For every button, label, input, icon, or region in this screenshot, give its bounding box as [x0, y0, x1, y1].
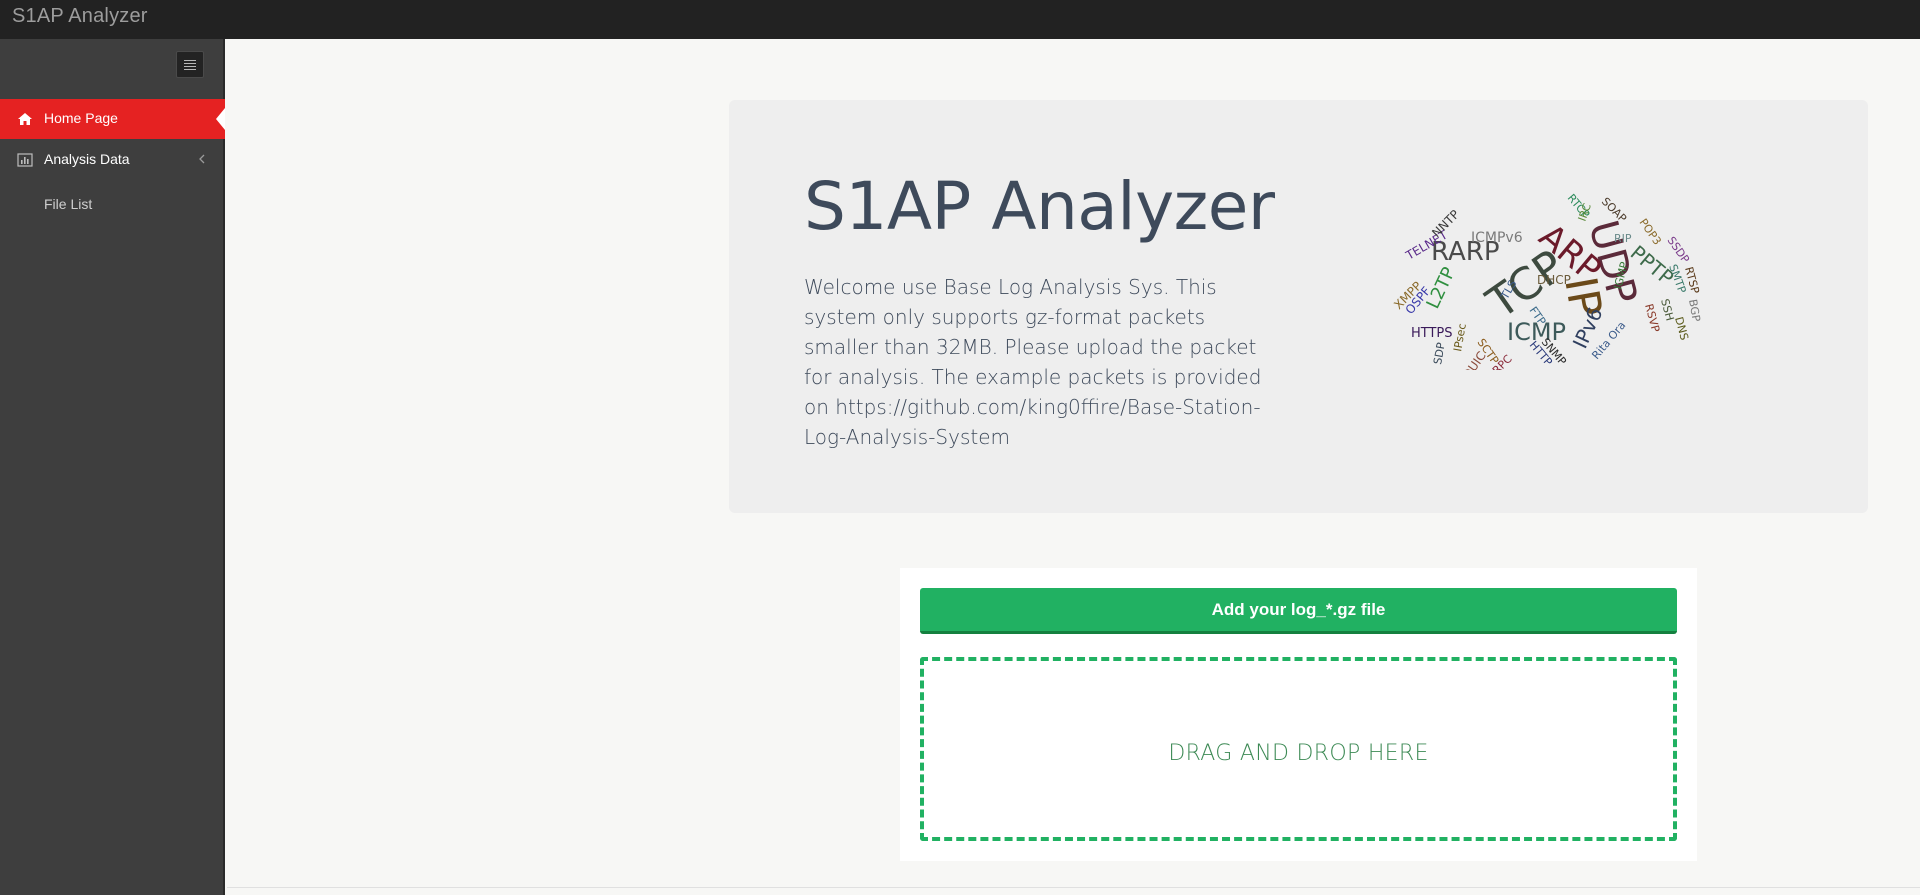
- protocol-word-cloud-image: TCP UDP ARP IP RARP ICMP IPv6 PPTP L2TP …: [1391, 192, 1703, 370]
- word-cloud-word: RSVP: [1642, 302, 1662, 334]
- chevron-left-icon: [199, 154, 205, 164]
- sidebar-subitem-file-list[interactable]: File List: [44, 196, 92, 212]
- add-file-button[interactable]: Add your log_*.gz file: [920, 588, 1677, 634]
- word-cloud-word: DHCP: [1537, 273, 1571, 287]
- word-cloud-word: L2TP: [1422, 264, 1459, 312]
- page-bottom-edge: [227, 887, 1920, 895]
- main-content: S1AP Analyzer Welcome use Base Log Analy…: [227, 39, 1920, 887]
- app-brand[interactable]: S1AP Analyzer: [12, 5, 148, 28]
- welcome-text: Welcome use Base Log Analysis Sys. This …: [804, 275, 1262, 449]
- drop-zone-label: DRAG AND DROP HERE: [1168, 741, 1429, 766]
- sidebar-item-label: Home Page: [44, 110, 118, 126]
- word-cloud-word: ICMPv6: [1471, 230, 1523, 246]
- top-navbar: S1AP Analyzer: [0, 0, 1920, 39]
- word-cloud-word: HTTPS: [1411, 326, 1453, 341]
- word-cloud-word: BGP: [1686, 298, 1703, 323]
- word-cloud-word: RIP: [1614, 232, 1632, 245]
- word-cloud-word: SDP: [1431, 341, 1448, 365]
- sidebar-toggle-button[interactable]: [176, 51, 204, 78]
- upload-panel: Add your log_*.gz file DRAG AND DROP HER…: [900, 568, 1697, 861]
- bar-chart-icon: [17, 153, 33, 167]
- hero-panel: S1AP Analyzer Welcome use Base Log Analy…: [729, 100, 1868, 513]
- hamburger-icon: [184, 60, 196, 61]
- word-cloud-word: SSDP: [1665, 234, 1693, 266]
- home-icon: [18, 113, 32, 125]
- sidebar-item-analysis-data[interactable]: Analysis Data: [0, 140, 225, 180]
- sidebar-item-label: Analysis Data: [44, 151, 130, 167]
- word-cloud-word: DNS: [1672, 315, 1691, 341]
- sidebar: Home Page Analysis Data File List: [0, 39, 225, 895]
- sidebar-item-home-page[interactable]: Home Page: [0, 99, 225, 139]
- page-title: S1AP Analyzer: [804, 168, 1275, 245]
- word-cloud-word: IPsec: [1451, 322, 1469, 352]
- drag-and-drop-zone[interactable]: DRAG AND DROP HERE: [920, 657, 1677, 841]
